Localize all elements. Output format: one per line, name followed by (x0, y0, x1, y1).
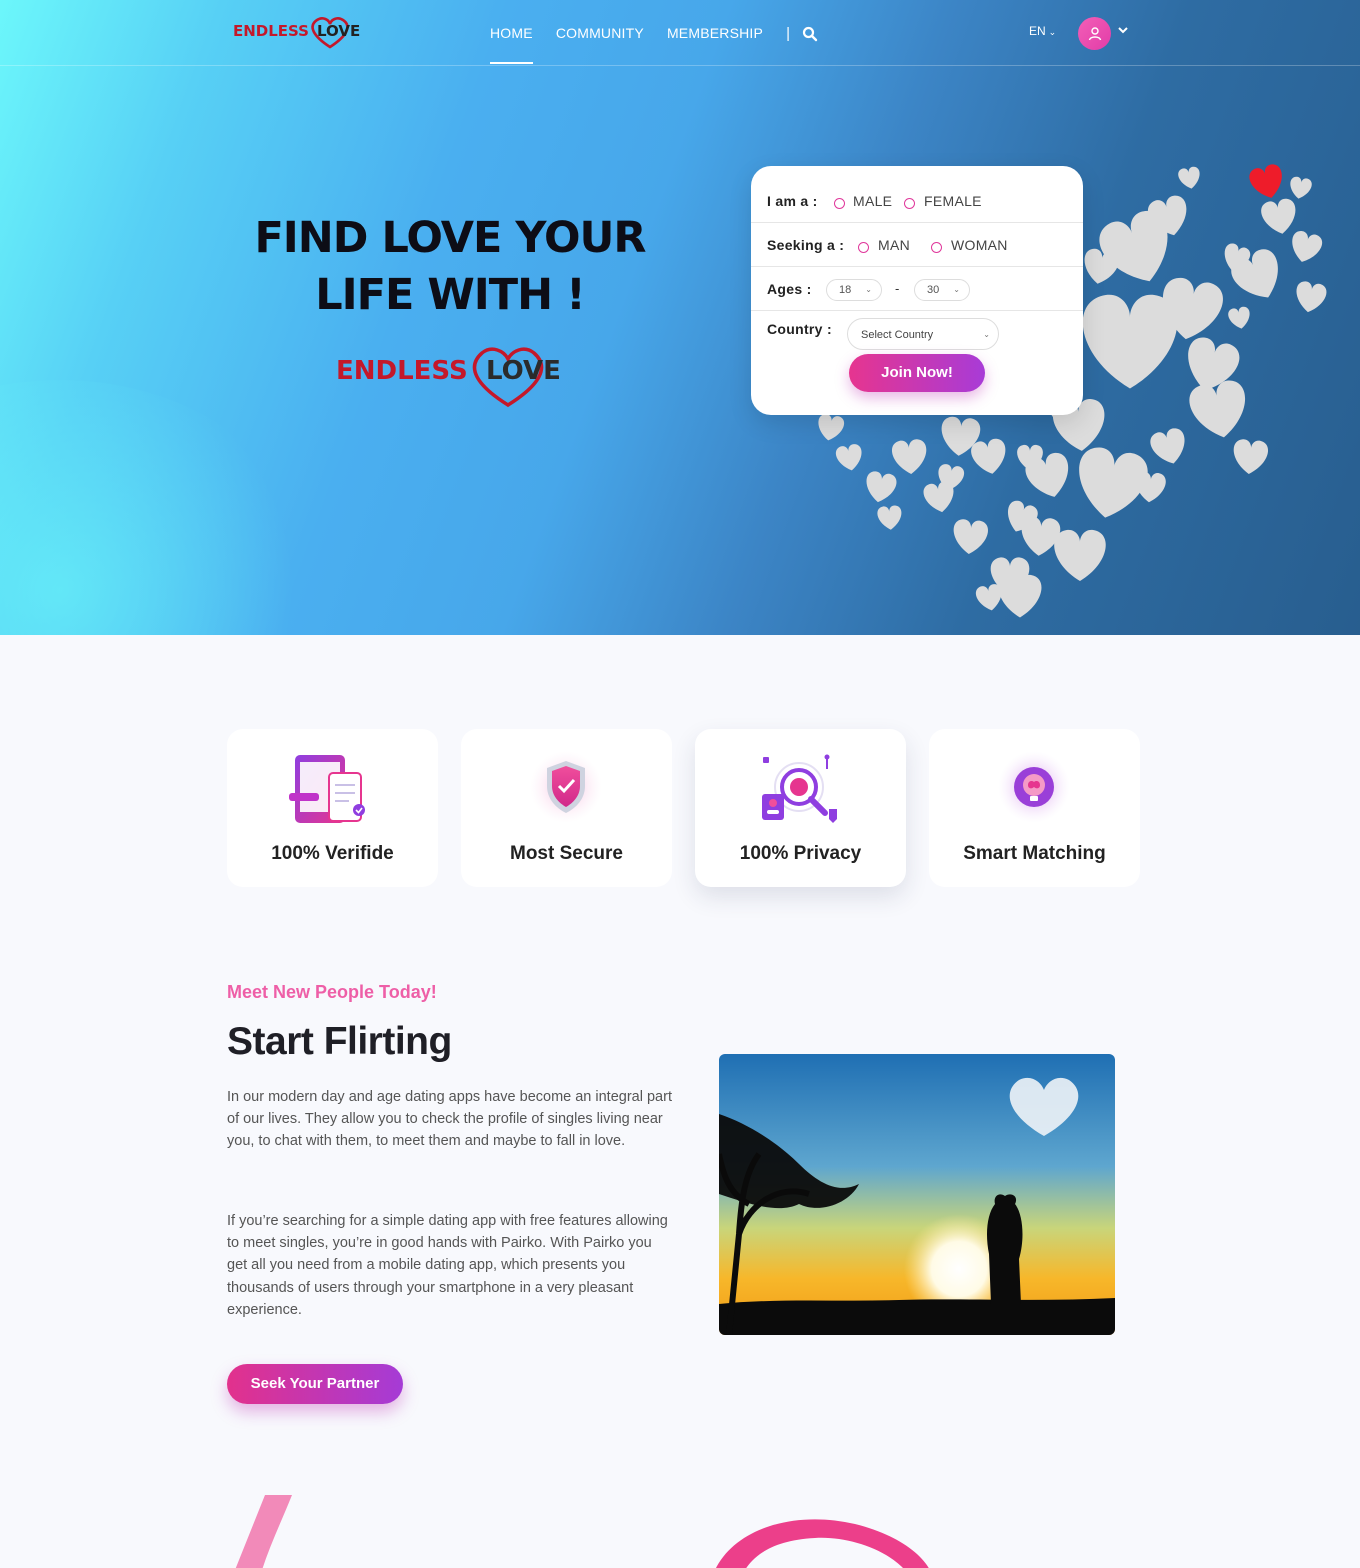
radio-female-label[interactable]: FEMALE (924, 193, 982, 209)
iam-label: I am a : (767, 193, 818, 209)
age-separator: - (895, 281, 900, 296)
decorative-stroke (235, 1495, 292, 1568)
radio-male-label[interactable]: MALE (853, 193, 892, 209)
heart-shape (1261, 198, 1296, 234)
heart-shape (1189, 380, 1246, 438)
language-selector[interactable]: EN ⌄ (1029, 24, 1056, 38)
brand-logo[interactable]: ENDLESS LOVE (233, 14, 365, 52)
age-from-value: 18 (839, 284, 852, 296)
heart-shape (1249, 164, 1282, 198)
privacy-search-icon (762, 754, 837, 823)
radio-female[interactable] (904, 198, 915, 209)
brain-bulb-icon (998, 751, 1070, 823)
decorative-ring (716, 1519, 929, 1568)
hero-brand-logo: ENDLESS LOVE (336, 347, 561, 408)
main-nav: HOME COMMUNITY MEMBERSHIP | (490, 0, 818, 66)
hero-section: ENDLESS LOVE HOME COMMUNITY MEMBERSHIP |… (0, 0, 1360, 635)
chevron-down-icon: ⌄ (953, 285, 960, 294)
chevron-down-icon: ⌄ (1048, 27, 1057, 37)
heart-shape (891, 439, 927, 474)
nav-membership[interactable]: MEMBERSHIP (667, 0, 763, 66)
radio-man[interactable] (858, 242, 869, 253)
heart-shape (1290, 176, 1312, 199)
verified-devices-icon (289, 755, 365, 823)
feature-title: Smart Matching (963, 843, 1106, 864)
radio-woman[interactable] (931, 242, 942, 253)
flirting-subheading: Meet New People Today! (227, 982, 437, 1002)
heart-shape (1292, 231, 1323, 262)
hero-title-line2: LIFE WITH ! (315, 270, 585, 320)
age-to-value: 30 (927, 284, 940, 296)
svg-text:ENDLESS: ENDLESS (233, 22, 309, 40)
iam-row: I am a : MALE FEMALE (751, 179, 1083, 223)
chevron-down-icon: ⌄ (983, 330, 990, 339)
feature-card-verified: 100% Verifide (227, 729, 438, 887)
hero-glow (0, 380, 320, 635)
seeking-label: Seeking a : (767, 237, 845, 253)
feature-title: Most Secure (510, 843, 623, 864)
user-avatar[interactable] (1078, 17, 1111, 50)
svg-text:ENDLESS: ENDLESS (336, 356, 468, 386)
flirting-heading: Start Flirting (227, 1020, 452, 1063)
feature-card-privacy: 100% Privacy (695, 729, 906, 887)
top-navbar: ENDLESS LOVE HOME COMMUNITY MEMBERSHIP |… (0, 0, 1360, 66)
heart-shape (1135, 471, 1166, 503)
nav-home[interactable]: HOME (490, 0, 533, 66)
svg-text:LOVE: LOVE (486, 356, 561, 386)
ages-row: Ages : 18 ⌄ - 30 ⌄ (751, 267, 1083, 311)
seeking-row: Seeking a : MAN WOMAN (751, 223, 1083, 267)
country-placeholder: Select Country (861, 329, 934, 341)
heart-shape (835, 444, 862, 471)
heart-shape (975, 584, 1002, 611)
hero-title-line1: FIND LOVE YOUR (254, 213, 646, 263)
country-label: Country : (767, 321, 832, 337)
heart-shape (1084, 248, 1119, 284)
heart-shape (1233, 439, 1269, 474)
heart-shape (818, 414, 845, 441)
heart-shape (1082, 294, 1178, 389)
heart-shape (971, 438, 1006, 474)
feature-card-secure: Most Secure (461, 729, 672, 887)
search-icon[interactable] (802, 26, 818, 42)
heart-shape (1228, 306, 1250, 329)
hero-title: FIND LOVE YOUR LIFE WITH ! (230, 210, 670, 324)
heart-shape (877, 505, 902, 530)
country-select[interactable]: Select Country ⌄ (847, 318, 999, 350)
chevron-down-icon: ⌄ (865, 285, 872, 294)
heart-shape (1150, 428, 1185, 464)
flirting-paragraph-1: In our modern day and age dating apps ha… (227, 1089, 672, 1150)
join-now-button[interactable]: Join Now! (849, 354, 985, 392)
nav-community[interactable]: COMMUNITY (556, 0, 644, 66)
user-icon (1088, 26, 1101, 40)
feature-title: 100% Verifide (271, 843, 394, 864)
age-to-select[interactable]: 30 ⌄ (914, 279, 970, 301)
ages-label: Ages : (767, 281, 812, 297)
feature-card-matching: Smart Matching (929, 729, 1140, 887)
radio-male[interactable] (834, 198, 845, 209)
radio-man-label[interactable]: MAN (878, 237, 910, 253)
couple-sunset-image (719, 1054, 1115, 1335)
chevron-down-icon[interactable] (1118, 26, 1128, 34)
radio-woman-label[interactable]: WOMAN (951, 237, 1008, 253)
flirting-paragraph-2: If you’re searching for a simple dating … (227, 1213, 668, 1318)
language-label: EN (1029, 24, 1046, 38)
heart-shape (866, 471, 897, 503)
feature-title: 100% Privacy (739, 843, 862, 864)
shield-check-icon (530, 751, 602, 823)
heart-shape (953, 519, 989, 554)
svg-text:LOVE: LOVE (317, 22, 360, 40)
age-from-select[interactable]: 18 ⌄ (826, 279, 882, 301)
heart-shape (1178, 166, 1200, 189)
heart-shape (1296, 281, 1327, 313)
heart-shape (1054, 529, 1106, 581)
seek-partner-button[interactable]: Seek Your Partner (227, 1364, 403, 1404)
nav-separator: | (786, 24, 790, 42)
